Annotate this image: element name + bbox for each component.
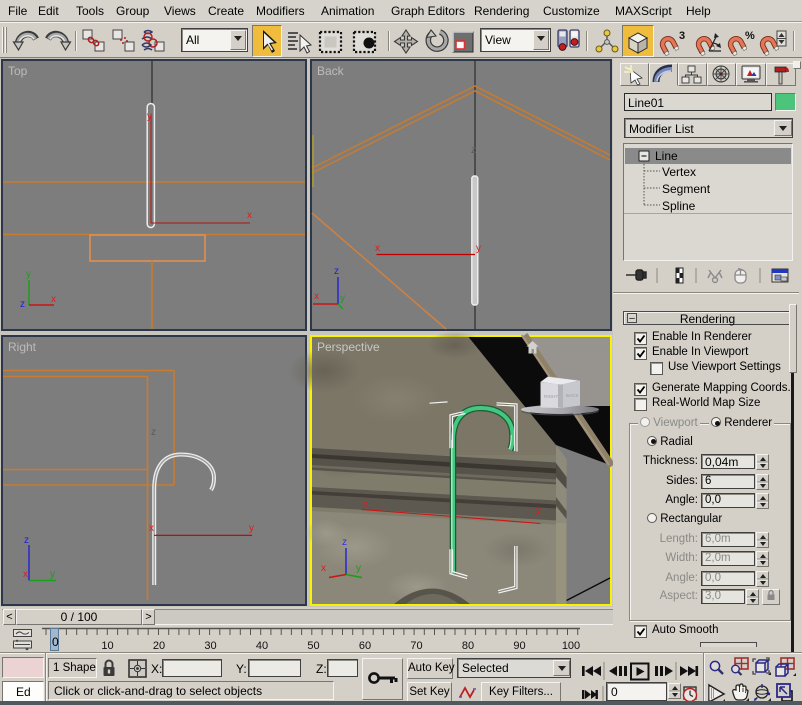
svg-text:50: 50 — [307, 640, 319, 652]
svg-text:y: y — [26, 269, 31, 280]
svg-text:x: x — [314, 291, 319, 302]
svg-text:30: 30 — [204, 640, 216, 652]
svg-text:90: 90 — [513, 640, 525, 652]
svg-text:y: y — [476, 243, 481, 254]
svg-text:y: y — [50, 569, 55, 580]
svg-text:100: 100 — [562, 640, 580, 652]
svg-text:BACK: BACK — [566, 393, 579, 398]
svg-text:z: z — [334, 266, 339, 277]
svg-text:y: y — [147, 111, 152, 122]
svg-text:x: x — [149, 523, 154, 534]
svg-text:x: x — [23, 569, 28, 580]
svg-text:RIGHT: RIGHT — [544, 394, 558, 399]
svg-text:y: y — [536, 505, 541, 516]
svg-text:z: z — [342, 537, 347, 548]
svg-text:z: z — [24, 535, 29, 546]
svg-text:3: 3 — [679, 30, 685, 42]
svg-text:x: x — [247, 210, 252, 221]
svg-text:x: x — [51, 294, 56, 305]
svg-text:40: 40 — [256, 640, 268, 652]
svg-text:x: x — [363, 499, 368, 510]
svg-text:60: 60 — [359, 640, 371, 652]
svg-text:x: x — [375, 243, 380, 254]
svg-text:x: x — [321, 563, 326, 574]
svg-text:z: z — [20, 299, 25, 310]
svg-text:20: 20 — [153, 640, 165, 652]
svg-text:y: y — [340, 293, 345, 304]
svg-text:z: z — [471, 145, 476, 156]
svg-text:y: y — [356, 563, 361, 574]
svg-text:%: % — [745, 30, 755, 42]
svg-text:80: 80 — [462, 640, 474, 652]
svg-text:y: y — [249, 523, 254, 534]
svg-text:70: 70 — [410, 640, 422, 652]
svg-text:10: 10 — [101, 640, 113, 652]
svg-text:z: z — [151, 427, 156, 438]
